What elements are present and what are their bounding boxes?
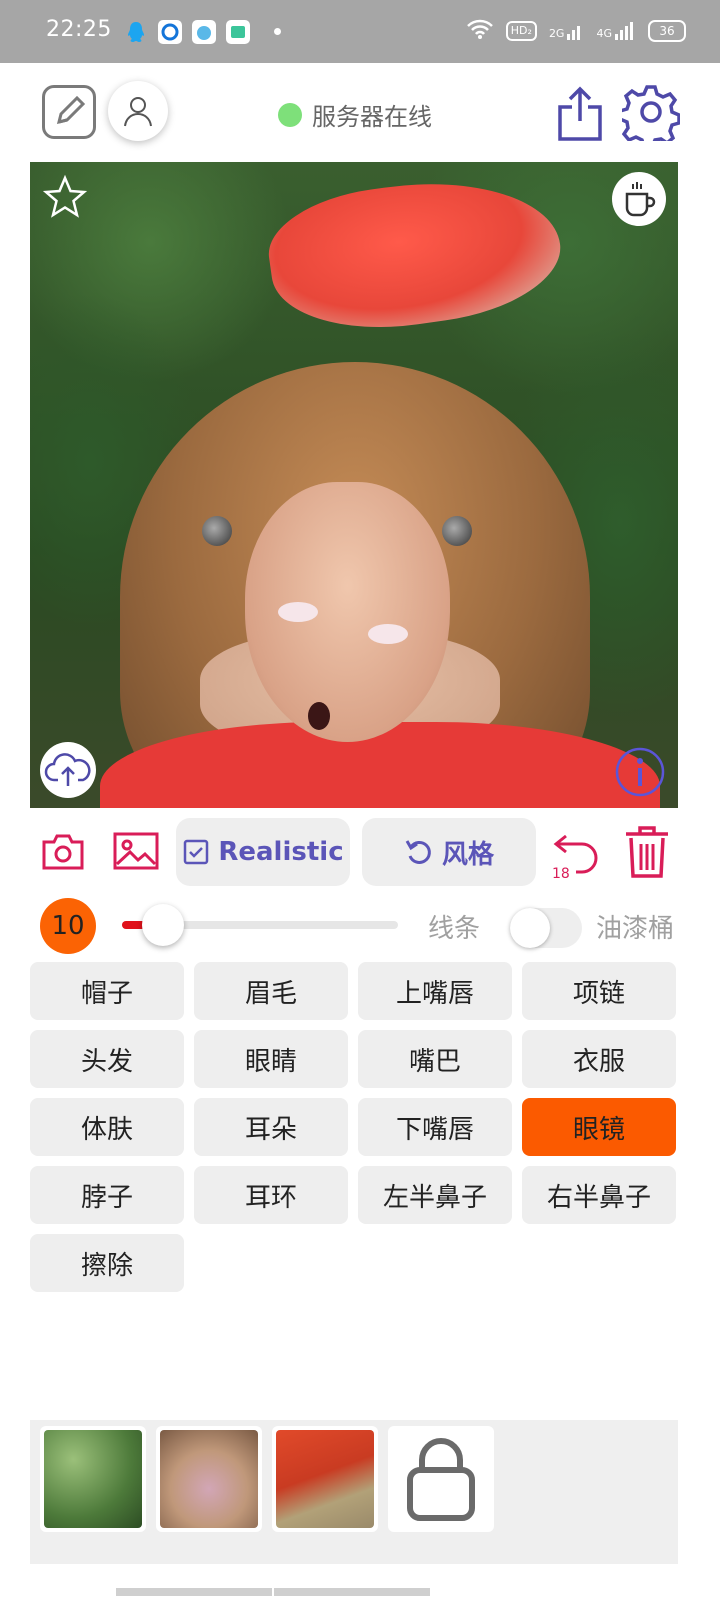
part-button[interactable]: 眼睛 bbox=[194, 1030, 348, 1088]
style-button[interactable]: 风格 bbox=[362, 818, 536, 886]
server-status-text: 服务器在线 bbox=[312, 103, 432, 131]
delete-button[interactable] bbox=[622, 824, 672, 878]
star-icon bbox=[42, 174, 88, 218]
line-mode-label: 线条 bbox=[428, 914, 481, 944]
undo-button[interactable] bbox=[552, 824, 604, 874]
part-button[interactable]: 上嘴唇 bbox=[358, 962, 512, 1020]
photo-eye-left bbox=[278, 602, 318, 622]
thumbnail-3[interactable] bbox=[272, 1426, 378, 1532]
part-button[interactable]: 右半鼻子 bbox=[522, 1166, 676, 1224]
photo-face bbox=[245, 482, 450, 742]
part-button[interactable]: 耳环 bbox=[194, 1166, 348, 1224]
upload-cloud-icon bbox=[44, 753, 91, 786]
status-time: 22:25 bbox=[46, 17, 112, 42]
photo-eye-right bbox=[368, 624, 408, 644]
wifi-icon bbox=[466, 18, 494, 44]
signal-2g: 2G bbox=[549, 22, 585, 40]
refresh-icon bbox=[405, 840, 431, 864]
thumbnail-tray bbox=[30, 1420, 678, 1564]
camera-icon bbox=[42, 834, 84, 870]
server-status-dot bbox=[278, 102, 302, 127]
part-button[interactable]: 体肤 bbox=[30, 1098, 184, 1156]
toggle-knob bbox=[510, 908, 550, 948]
edit-icon bbox=[56, 95, 86, 125]
realistic-mode-label: Realistic bbox=[218, 837, 344, 867]
share-icon bbox=[558, 86, 602, 141]
info-icon bbox=[615, 747, 665, 797]
part-button[interactable]: 帽子 bbox=[30, 962, 184, 1020]
photo-mouth bbox=[308, 702, 330, 730]
camera-button[interactable] bbox=[40, 830, 86, 874]
edit-button[interactable] bbox=[42, 85, 96, 139]
part-button[interactable]: 头发 bbox=[30, 1030, 184, 1088]
status-bar: 22:25 HD₂ 2G 4G 36 bbox=[0, 0, 720, 63]
brush-controls: 10 线条 油漆桶 bbox=[0, 896, 720, 956]
shop-button[interactable] bbox=[388, 1426, 494, 1532]
app-icon-3 bbox=[226, 20, 250, 44]
nav-indicator-left bbox=[116, 1588, 272, 1596]
part-button[interactable]: 衣服 bbox=[522, 1030, 676, 1088]
style-label: 风格 bbox=[441, 839, 494, 870]
part-button[interactable]: 脖子 bbox=[30, 1166, 184, 1224]
favorite-button[interactable] bbox=[42, 174, 88, 220]
trash-icon bbox=[626, 826, 668, 878]
paint-bucket-label: 油漆桶 bbox=[596, 914, 675, 944]
part-button[interactable]: 眼镜 bbox=[522, 1098, 676, 1156]
part-selector-grid: 帽子 眉毛 上嘴唇 项链头发 眼睛 嘴巴 衣服体肤 耳朵 下嘴唇 眼镜脖子 耳环 左半鼻子 右半鼻子擦除 bbox=[30, 962, 678, 1292]
settings-button[interactable] bbox=[618, 83, 681, 149]
bag-icon bbox=[407, 1438, 475, 1521]
photo-canvas[interactable] bbox=[30, 162, 678, 808]
part-button[interactable]: 下嘴唇 bbox=[358, 1098, 512, 1156]
thumbnail-image bbox=[160, 1430, 258, 1528]
notification-dot bbox=[274, 28, 281, 35]
realistic-mode-button[interactable]: Realistic bbox=[176, 818, 350, 886]
photo-earring-right bbox=[442, 516, 472, 546]
qq-icon bbox=[124, 20, 148, 44]
part-button[interactable]: 擦除 bbox=[30, 1234, 184, 1292]
signal-4g: 4G bbox=[596, 22, 636, 40]
nav-indicator-middle bbox=[274, 1588, 430, 1596]
part-button[interactable]: 左半鼻子 bbox=[358, 1166, 512, 1224]
undo-count: 18 bbox=[552, 866, 570, 882]
part-button[interactable]: 项链 bbox=[522, 962, 676, 1020]
photo-earring-left bbox=[202, 516, 232, 546]
thumbnail-2[interactable] bbox=[156, 1426, 262, 1532]
app-icon-2 bbox=[192, 20, 216, 44]
gallery-button[interactable] bbox=[112, 830, 160, 874]
battery-indicator: 36 bbox=[648, 20, 686, 42]
hd-badge: HD₂ bbox=[505, 21, 537, 41]
gallery-icon bbox=[113, 832, 159, 870]
thumbnail-image bbox=[276, 1430, 374, 1528]
top-bar: 服务器在线 bbox=[0, 63, 720, 161]
brush-size-badge: 10 bbox=[40, 898, 96, 954]
status-right: HD₂ 2G 4G 36 bbox=[466, 18, 686, 44]
toolbar: Realistic 风格 18 bbox=[0, 818, 720, 890]
brush-slider-thumb[interactable] bbox=[142, 904, 184, 946]
part-button[interactable]: 耳朵 bbox=[194, 1098, 348, 1156]
part-button[interactable]: 眉毛 bbox=[194, 962, 348, 1020]
user-button[interactable] bbox=[108, 81, 168, 141]
cup-icon bbox=[625, 182, 656, 217]
app-icon-1 bbox=[158, 20, 182, 44]
thumbnail-image bbox=[44, 1430, 142, 1528]
thumbnail-1[interactable] bbox=[40, 1426, 146, 1532]
checkbox-icon bbox=[184, 839, 209, 865]
part-button[interactable]: 嘴巴 bbox=[358, 1030, 512, 1088]
coffee-button[interactable] bbox=[612, 172, 666, 226]
paint-bucket-toggle[interactable] bbox=[510, 908, 582, 948]
upload-button[interactable] bbox=[40, 742, 96, 798]
share-button[interactable] bbox=[554, 85, 606, 143]
server-status: 服务器在线 bbox=[278, 97, 432, 132]
settings-icon bbox=[618, 85, 681, 149]
info-button[interactable] bbox=[614, 746, 666, 798]
user-icon bbox=[124, 97, 152, 127]
